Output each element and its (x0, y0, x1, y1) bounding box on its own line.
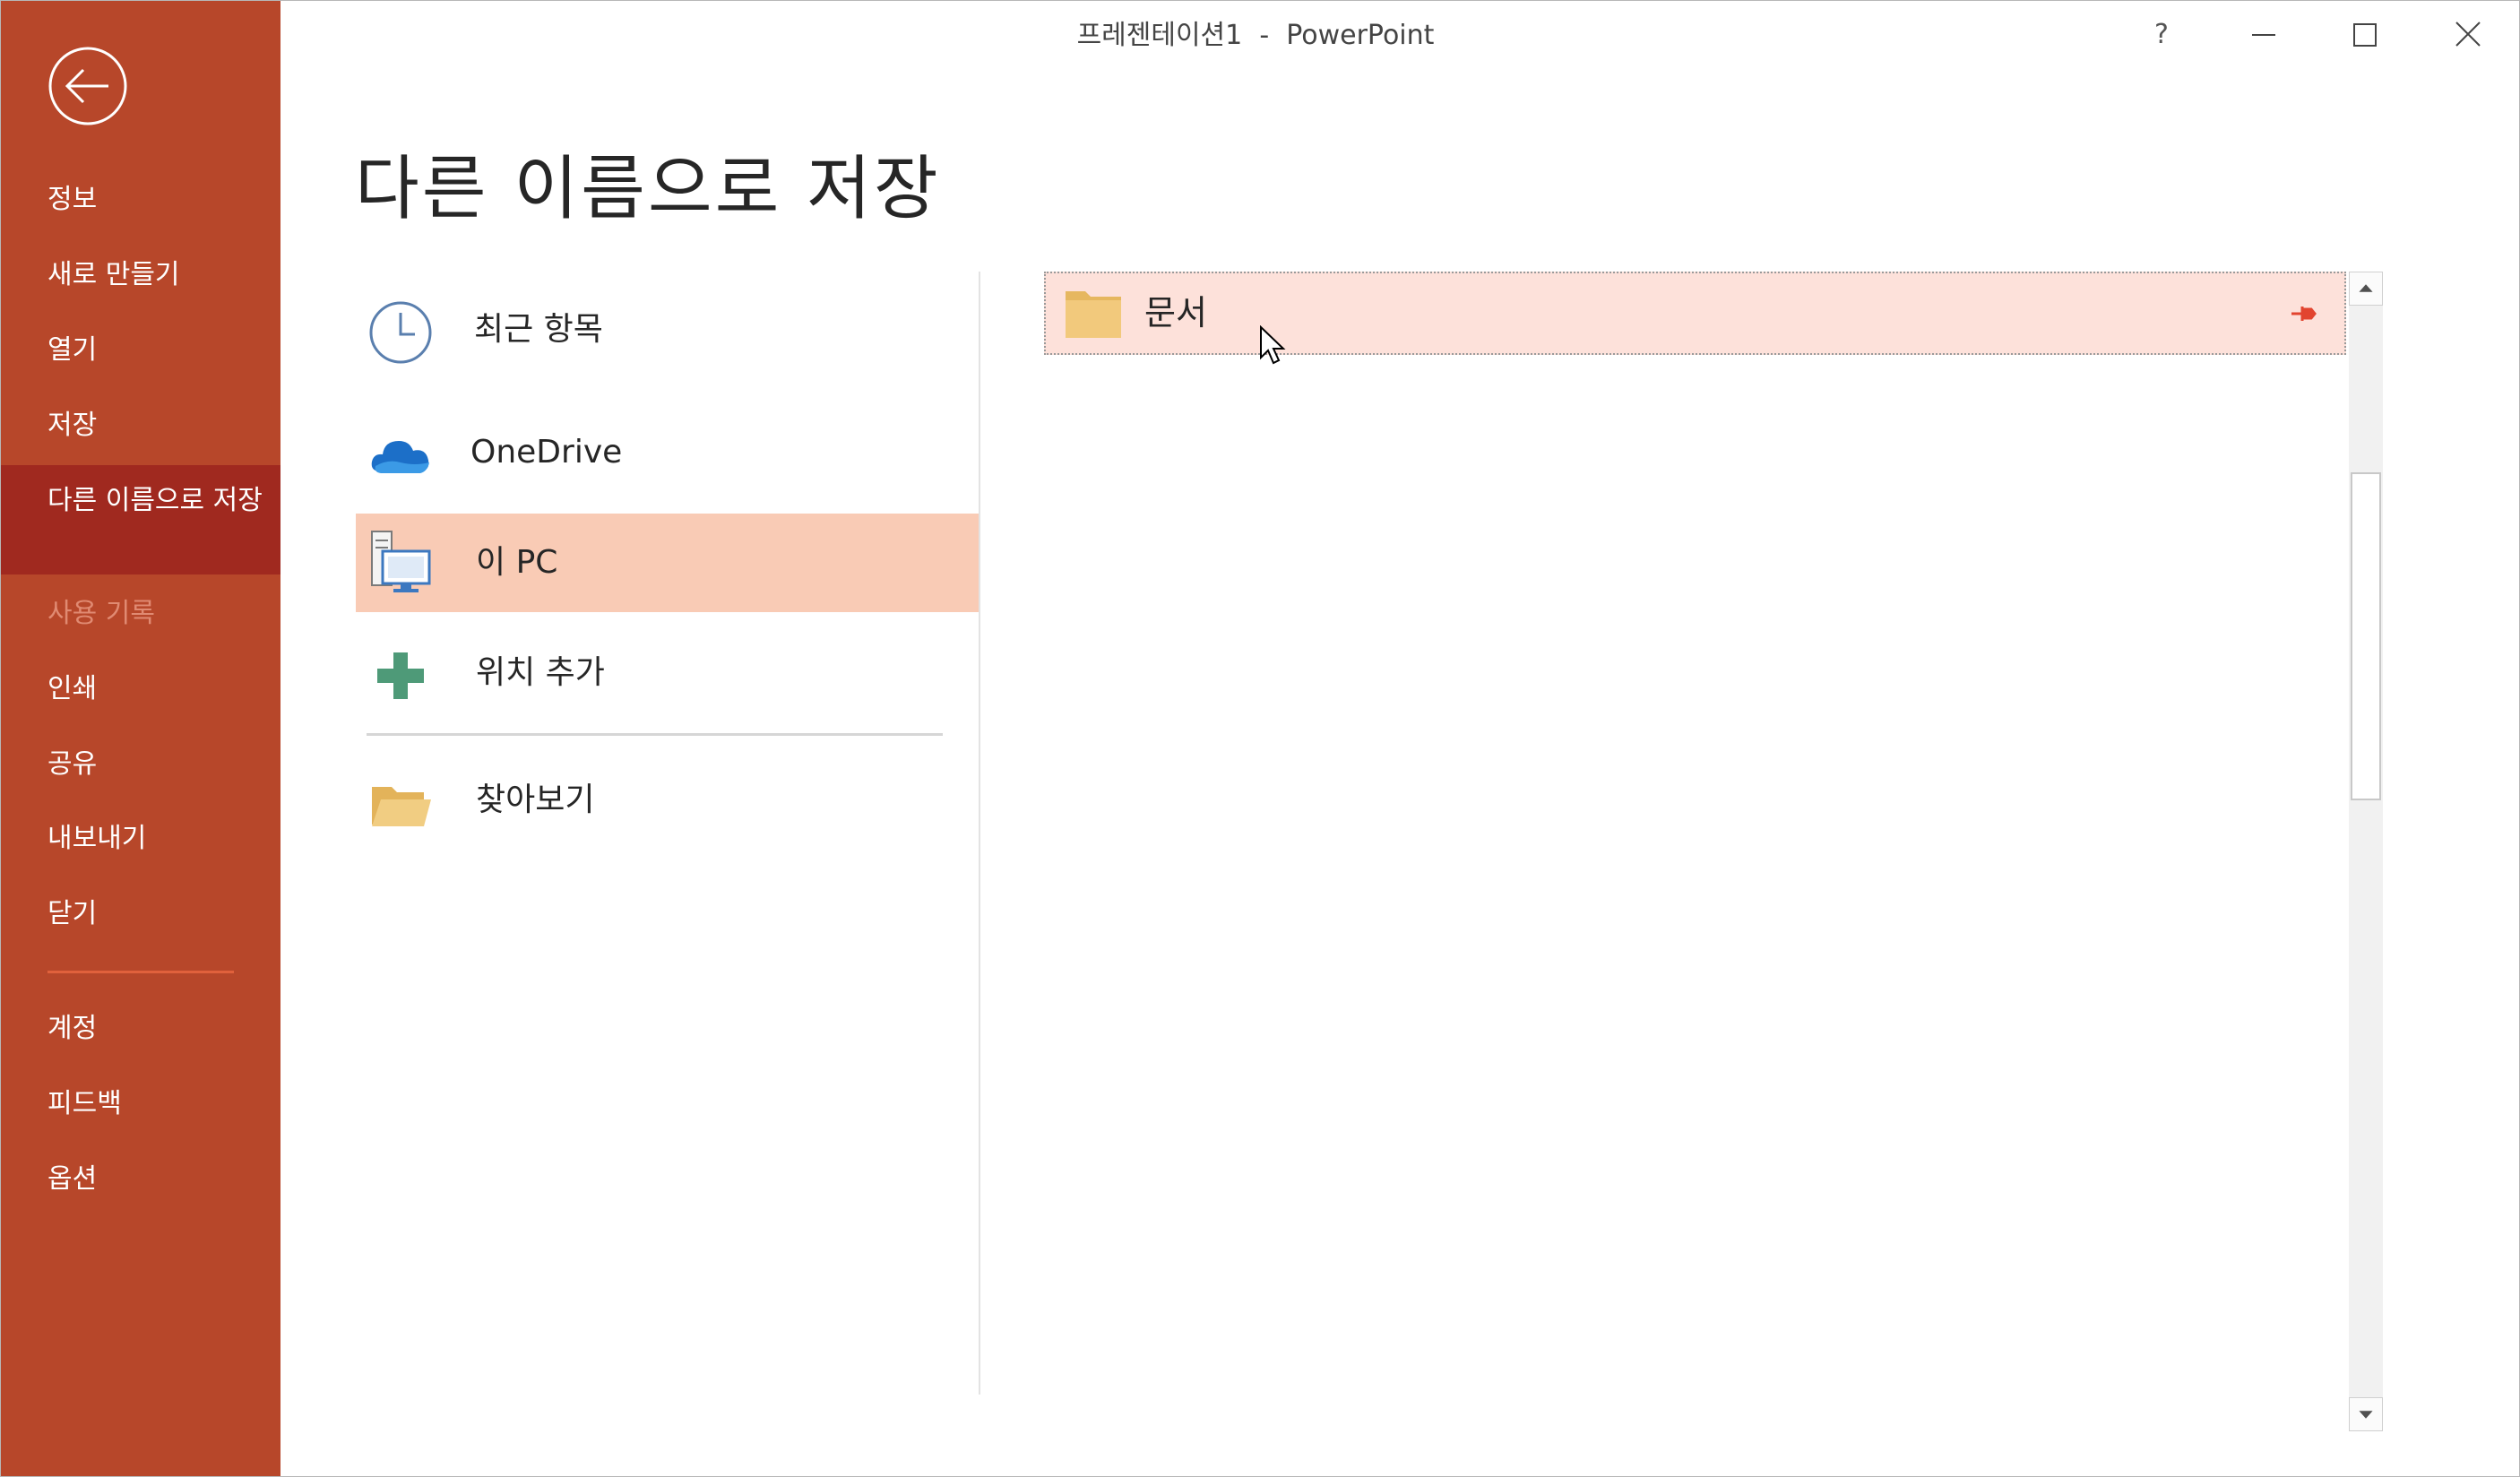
mouse-cursor-icon (1260, 325, 1286, 365)
location-label: 위치 추가 (476, 654, 605, 691)
sidebar-item-account[interactable]: 계정 (1, 1011, 280, 1047)
sidebar-item-print[interactable]: 인쇄 (1, 671, 280, 707)
sidebar-divider (47, 971, 234, 973)
sidebar-item-save[interactable]: 저장 (1, 408, 280, 444)
cloud-icon (371, 441, 429, 473)
scroll-up-button[interactable] (2349, 272, 2383, 306)
sidebar-item-open[interactable]: 열기 (1, 333, 280, 368)
pc-icon (371, 531, 431, 592)
window-title: 프레젠테이션1 - PowerPoint (1076, 20, 1435, 51)
maximize-button[interactable] (2343, 17, 2387, 58)
pane-divider (979, 272, 980, 1395)
location-label: 찾아보기 (476, 782, 595, 818)
close-button[interactable] (2446, 17, 2490, 58)
sidebar-item-feedback[interactable]: 피드백 (1, 1086, 280, 1122)
sidebar-item-close[interactable]: 닫기 (1, 896, 280, 932)
sidebar-item-save-as[interactable]: 다른 이름으로 저장 (1, 465, 280, 574)
backstage-sidebar: 정보 새로 만들기 열기 저장 다른 이름으로 저장 사용 기록 인쇄 공유 내… (1, 1, 280, 1476)
sidebar-item-options[interactable]: 옵션 (1, 1162, 280, 1197)
pin-icon[interactable] (2288, 298, 2318, 329)
location-recent[interactable]: 최근 항목 (356, 281, 979, 379)
sidebar-item-share[interactable]: 공유 (1, 747, 280, 782)
location-this-pc[interactable]: 이 PC (356, 514, 979, 612)
location-onedrive[interactable]: OneDrive (356, 403, 979, 502)
clock-icon (369, 301, 432, 364)
folder-open-icon (372, 787, 431, 826)
sidebar-item-new[interactable]: 새로 만들기 (1, 257, 280, 293)
back-button[interactable] (47, 46, 128, 126)
help-button[interactable]: ? (2139, 17, 2184, 58)
scrollbar-thumb[interactable] (2351, 472, 2381, 800)
folder-item-documents[interactable]: 문서 (1044, 272, 2346, 355)
sidebar-item-history: 사용 기록 (47, 598, 155, 629)
sidebar-item-info[interactable]: 정보 (1, 182, 280, 218)
scrollbar-track[interactable] (2349, 272, 2383, 1431)
locations-separator (367, 733, 943, 736)
location-label: OneDrive (470, 434, 623, 471)
sidebar-item-export[interactable]: 내보내기 (1, 821, 280, 857)
plus-icon (377, 652, 424, 699)
folder-icon (1066, 291, 1121, 338)
location-browse[interactable]: 찾아보기 (356, 751, 979, 850)
location-label: 이 PC (476, 544, 558, 581)
scroll-down-button[interactable] (2349, 1397, 2383, 1431)
location-label: 최근 항목 (474, 311, 603, 348)
folder-label: 문서 (1144, 293, 1207, 333)
page-title: 다른 이름으로 저장 (355, 149, 941, 229)
location-add[interactable]: 위치 추가 (356, 624, 979, 722)
powerpoint-window: 정보 새로 만들기 열기 저장 다른 이름으로 저장 사용 기록 인쇄 공유 내… (0, 0, 2520, 1477)
minimize-button[interactable] (2241, 17, 2286, 58)
